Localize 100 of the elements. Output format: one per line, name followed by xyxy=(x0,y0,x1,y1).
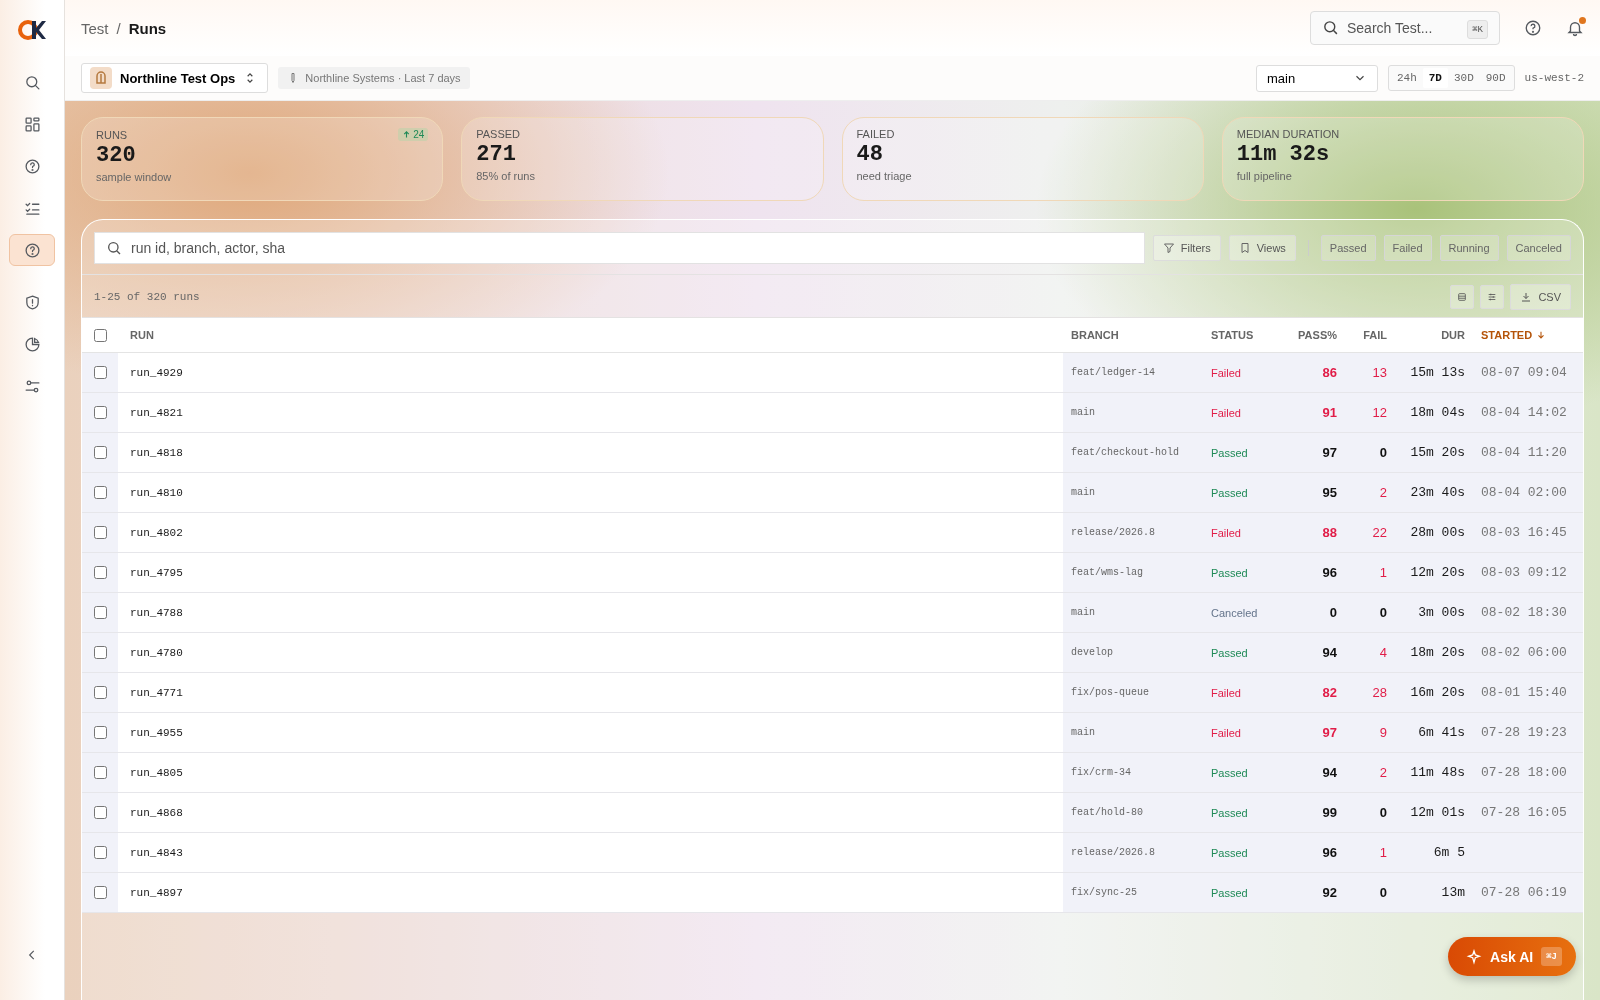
density-button[interactable] xyxy=(1450,285,1475,309)
branch-name: release/2026.8 xyxy=(1071,527,1155,538)
column-header[interactable]: PASS% xyxy=(1281,318,1345,352)
run-id[interactable]: run_4929 xyxy=(130,366,183,379)
row-checkbox[interactable] xyxy=(93,806,107,819)
bell-icon[interactable] xyxy=(1566,19,1584,37)
table-row[interactable]: run_4771 fix/pos-queue Failed 82 28 16m 20s 08-01 15:40 xyxy=(82,673,1583,713)
views-button[interactable]: Views xyxy=(1228,235,1296,261)
branch-name: feat/wms-lag xyxy=(1071,567,1143,578)
start-time: 08-04 02:00 xyxy=(1481,485,1567,500)
branch-select[interactable]: main xyxy=(1255,64,1378,92)
stat-caption: need triage xyxy=(856,170,913,182)
run-id[interactable]: run_4795 xyxy=(130,566,183,579)
stat-value: 11m 32s xyxy=(1236,142,1331,167)
branch-name: main xyxy=(1071,607,1095,618)
filters-button[interactable]: Filters xyxy=(1152,235,1221,261)
status-filter-chip[interactable]: Canceled xyxy=(1506,235,1571,261)
table-row[interactable]: run_4810 main Passed 95 2 23m 40s 08-04 02:00 xyxy=(82,473,1583,513)
breadcrumb-link[interactable]: Test xyxy=(81,19,109,37)
run-id[interactable]: run_4805 xyxy=(130,766,183,779)
status-filter-chip[interactable]: Passed xyxy=(1320,235,1376,261)
row-checkbox[interactable] xyxy=(93,606,107,619)
run-id[interactable]: run_4810 xyxy=(130,486,183,499)
run-id[interactable]: run_4780 xyxy=(130,646,183,659)
select-all-checkbox[interactable] xyxy=(93,328,107,342)
fail-count: 9 xyxy=(1379,725,1387,740)
table-row[interactable]: run_4818 feat/checkout-hold Passed 97 0 15m 20s 08-04 11:20 xyxy=(82,433,1583,473)
table-row[interactable]: run_4929 feat/ledger-14 Failed 86 13 15m 13s 08-07 09:04 xyxy=(82,353,1583,393)
column-header[interactable]: STARTED xyxy=(1473,318,1583,352)
duration: 11m 48s xyxy=(1410,765,1465,780)
row-checkbox[interactable] xyxy=(93,566,107,579)
run-id[interactable]: run_4821 xyxy=(130,406,183,419)
status-filter-chip[interactable]: Failed xyxy=(1383,235,1432,261)
time-range-tab[interactable]: 24h xyxy=(1390,68,1423,88)
help-icon[interactable] xyxy=(1524,19,1542,37)
pass-rate: 86 xyxy=(1322,365,1337,380)
run-id[interactable]: run_4771 xyxy=(130,686,183,699)
run-id[interactable]: run_4897 xyxy=(130,886,183,899)
row-checkbox[interactable] xyxy=(93,366,107,379)
status-label: Failed xyxy=(1211,526,1241,539)
column-header[interactable]: RUN xyxy=(118,318,1063,352)
run-id[interactable]: run_4802 xyxy=(130,526,183,539)
row-checkbox[interactable] xyxy=(93,886,107,899)
table-row[interactable]: run_4788 main Canceled 0 0 3m 00s 08-02 18:30 xyxy=(82,593,1583,633)
duration: 15m 20s xyxy=(1410,445,1465,460)
run-id[interactable]: run_4788 xyxy=(130,606,183,619)
row-checkbox[interactable] xyxy=(93,526,107,539)
export-csv-button[interactable]: CSV xyxy=(1510,284,1571,310)
time-range-tab[interactable]: 7D xyxy=(1422,68,1448,88)
row-checkbox[interactable] xyxy=(93,486,107,499)
row-checkbox[interactable] xyxy=(93,446,107,459)
table-row[interactable]: run_4805 fix/crm-34 Passed 94 2 11m 48s 07-28 18:00 xyxy=(82,753,1583,793)
column-header[interactable]: BRANCH xyxy=(1063,318,1203,352)
run-id[interactable]: run_4955 xyxy=(130,726,183,739)
workspace-select[interactable]: Northline Test Ops xyxy=(81,63,269,93)
pass-rate: 96 xyxy=(1322,845,1337,860)
run-id[interactable]: run_4868 xyxy=(130,806,183,819)
ask-ai-button[interactable]: Ask AI ⌘J xyxy=(1448,937,1576,976)
duration: 16m 20s xyxy=(1410,685,1465,700)
row-checkbox[interactable] xyxy=(93,646,107,659)
table-row[interactable]: run_4897 fix/sync-25 Passed 92 0 13m 07-28 06:19 xyxy=(82,873,1583,913)
result-count: 1-25 of 320 runs xyxy=(94,291,200,303)
columns-button[interactable] xyxy=(1480,285,1505,309)
pass-rate: 0 xyxy=(1329,605,1337,620)
table-row[interactable]: run_4843 release/2026.8 Passed 96 1 6m 5 xyxy=(82,833,1583,873)
branch-name: main xyxy=(1071,407,1095,418)
search-field[interactable]: run id, branch, actor, sha xyxy=(94,232,1145,264)
row-checkbox[interactable] xyxy=(93,766,107,779)
table-row[interactable]: run_4780 develop Passed 94 4 18m 20s 08-02 06:00 xyxy=(82,633,1583,673)
row-checkbox[interactable] xyxy=(93,846,107,859)
table-row[interactable]: run_4868 feat/hold-80 Passed 99 0 12m 01s 07-28 16:05 xyxy=(82,793,1583,833)
row-checkbox[interactable] xyxy=(93,726,107,739)
column-header[interactable]: FAIL xyxy=(1345,318,1395,352)
scope-tag: Northline Systems · Last 7 days xyxy=(278,67,470,89)
status-filter-chip[interactable]: Running xyxy=(1439,235,1499,261)
table-row[interactable]: run_4821 main Failed 91 12 18m 04s 08-04 14:02 xyxy=(82,393,1583,433)
table-row[interactable]: run_4802 release/2026.8 Failed 88 22 28m 00s 08-03 16:45 xyxy=(82,513,1583,553)
time-range-tab[interactable]: 30D xyxy=(1447,68,1480,88)
column-header[interactable]: STATUS xyxy=(1203,318,1281,352)
duration: 3m 00s xyxy=(1418,605,1465,620)
pass-rate: 91 xyxy=(1322,405,1337,420)
duration: 23m 40s xyxy=(1410,485,1465,500)
start-time: 08-03 16:45 xyxy=(1481,525,1567,540)
time-range-tab[interactable]: 90D xyxy=(1479,68,1512,88)
table-row[interactable]: run_4795 feat/wms-lag Passed 96 1 12m 20s 08-03 09:12 xyxy=(82,553,1583,593)
branch-name: develop xyxy=(1071,647,1113,658)
row-checkbox[interactable] xyxy=(93,686,107,699)
fail-count: 13 xyxy=(1372,365,1387,380)
fail-count: 28 xyxy=(1372,685,1387,700)
branch-name: main xyxy=(1071,727,1095,738)
pass-rate: 94 xyxy=(1322,645,1337,660)
branch-name: main xyxy=(1071,487,1095,498)
column-header[interactable]: DUR xyxy=(1395,318,1473,352)
run-id[interactable]: run_4843 xyxy=(130,846,183,859)
row-checkbox[interactable] xyxy=(93,406,107,419)
duration: 15m 13s xyxy=(1410,365,1465,380)
run-id[interactable]: run_4818 xyxy=(130,446,183,459)
table-row[interactable]: run_4955 main Failed 97 9 6m 41s 07-28 19:23 xyxy=(82,713,1583,753)
filter-icon xyxy=(1162,242,1175,254)
fail-count: 1 xyxy=(1379,565,1387,580)
